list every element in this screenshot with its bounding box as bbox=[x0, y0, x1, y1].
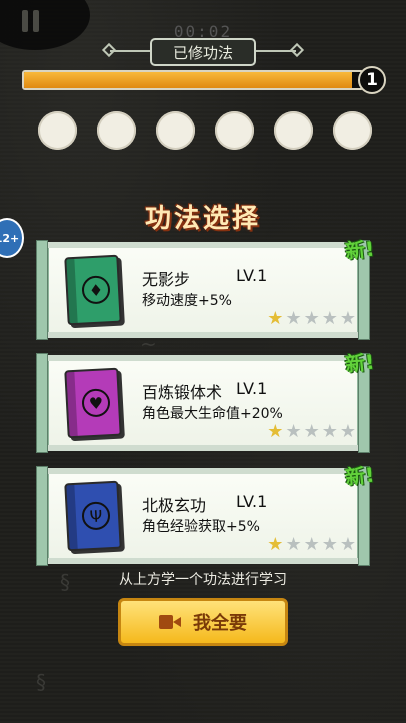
book-spine bbox=[66, 484, 78, 550]
new-badge: 新! bbox=[343, 349, 376, 377]
skill-card-rail bbox=[36, 558, 370, 564]
star-empty-icon: ★ bbox=[321, 421, 338, 442]
star-empty-icon: ★ bbox=[321, 534, 338, 555]
empty-skill-slot bbox=[274, 111, 313, 150]
skill-book-icon: Ψ bbox=[64, 480, 122, 552]
skill-card-rail bbox=[36, 355, 370, 361]
skill-name: 无影步 bbox=[142, 270, 191, 289]
new-badge: 新! bbox=[343, 462, 376, 490]
skill-selection-title: 功法选择 bbox=[144, 204, 261, 234]
empty-skill-slot bbox=[97, 111, 136, 150]
star-empty-icon: ★ bbox=[303, 308, 320, 329]
skill-card-0[interactable]: ♦ 无影步 LV.1 移动速度+5% ★ ★ ★ ★ ★ 新! bbox=[36, 237, 375, 340]
skill-level: LV.1 bbox=[236, 492, 268, 511]
star-empty-icon: ★ bbox=[285, 308, 302, 329]
skill-book-icon: ♥ bbox=[64, 367, 122, 439]
star-empty-icon: ★ bbox=[339, 421, 356, 442]
star-empty-icon: ★ bbox=[285, 421, 302, 442]
skill-name: 北极玄功 bbox=[142, 496, 207, 515]
skill-level: LV.1 bbox=[236, 266, 268, 285]
empty-skill-slot bbox=[38, 111, 77, 150]
star-filled-icon: ★ bbox=[267, 308, 284, 329]
skill-card-2[interactable]: Ψ 北极玄功 LV.1 角色经验获取+5% ★ ★ ★ ★ ★ 新! bbox=[36, 463, 375, 566]
book-spine bbox=[66, 371, 78, 437]
skill-level: LV.1 bbox=[236, 379, 268, 398]
experience-progress-fill bbox=[24, 72, 352, 88]
header-ornament-left bbox=[110, 50, 150, 52]
skill-stars: ★ ★ ★ ★ ★ bbox=[267, 536, 356, 554]
take-all-label: 我全要 bbox=[193, 613, 247, 634]
skill-card-post bbox=[36, 466, 48, 566]
star-filled-icon: ★ bbox=[267, 534, 284, 555]
selection-hint: 从上方学一个功法进行学习 bbox=[119, 572, 287, 588]
star-filled-icon: ★ bbox=[267, 421, 284, 442]
skill-description: 移动速度+5% bbox=[142, 293, 232, 309]
star-empty-icon: ★ bbox=[339, 308, 356, 329]
player-level: 1 bbox=[358, 66, 386, 94]
skill-card-post bbox=[36, 240, 48, 340]
star-empty-icon: ★ bbox=[339, 534, 356, 555]
skill-card-rail bbox=[36, 445, 370, 451]
empty-skill-slot bbox=[215, 111, 254, 150]
star-empty-icon: ★ bbox=[303, 421, 320, 442]
take-all-button[interactable]: 我全要 bbox=[118, 598, 288, 646]
ink-decoration: § bbox=[36, 670, 46, 694]
skill-card-1[interactable]: ♥ 百炼锻体术 LV.1 角色最大生命值+20% ★ ★ ★ ★ ★ 新! bbox=[36, 350, 375, 453]
skill-card-post bbox=[36, 353, 48, 453]
heart-icon: ♥ bbox=[81, 388, 111, 418]
star-empty-icon: ★ bbox=[303, 534, 320, 555]
rune-icon: Ψ bbox=[81, 501, 111, 531]
skill-name: 百炼锻体术 bbox=[142, 383, 223, 402]
skill-stars: ★ ★ ★ ★ ★ bbox=[267, 423, 356, 441]
empty-skill-slot bbox=[333, 111, 372, 150]
skill-card-rail bbox=[36, 468, 370, 474]
star-empty-icon: ★ bbox=[321, 308, 338, 329]
learned-skill-slots bbox=[38, 111, 372, 150]
skill-description: 角色最大生命值+20% bbox=[142, 406, 283, 422]
star-empty-icon: ★ bbox=[285, 534, 302, 555]
book-spine bbox=[66, 258, 78, 324]
skill-description: 角色经验获取+5% bbox=[142, 519, 260, 535]
skill-book-icon: ♦ bbox=[64, 254, 122, 326]
experience-progress-bar bbox=[22, 70, 364, 90]
boot-icon: ♦ bbox=[81, 275, 111, 305]
skill-card-rail bbox=[36, 332, 370, 338]
skill-stars: ★ ★ ★ ★ ★ bbox=[267, 310, 356, 328]
learned-skills-title: 已修功法 bbox=[150, 38, 256, 66]
empty-skill-slot bbox=[156, 111, 195, 150]
skill-card-rail bbox=[36, 242, 370, 248]
new-badge: 新! bbox=[343, 236, 376, 264]
video-icon bbox=[159, 615, 181, 629]
